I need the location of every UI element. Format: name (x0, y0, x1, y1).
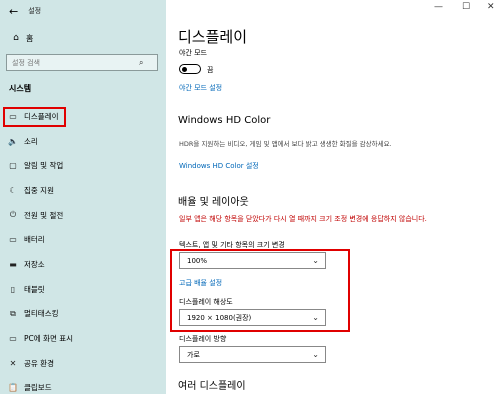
orientation-value: 가로 (187, 350, 200, 359)
highlight-box (170, 249, 350, 332)
sidebar-item-battery[interactable]: ▭ 배터리 (0, 227, 166, 252)
orientation-label: 디스플레이 방향 (179, 335, 227, 343)
speaker-icon: 🔈 (8, 136, 18, 146)
back-arrow-icon[interactable]: ← (9, 6, 18, 17)
hd-color-heading: Windows HD Color (178, 115, 271, 126)
home-nav-item[interactable]: ⌂ 홈 (0, 30, 166, 46)
night-light-state: 끔 (207, 66, 214, 74)
scaling-warning: 일부 앱은 해당 항목을 닫았다가 다시 열 때까지 크기 조정 변경에 응답하… (179, 215, 427, 223)
sidebar-item-label: 클립보드 (24, 383, 52, 393)
sidebar-item-label: 저장소 (24, 259, 45, 269)
sidebar-item-storage[interactable]: ▬ 저장소 (0, 252, 166, 277)
sidebar-item-label: 알림 및 작업 (24, 161, 64, 171)
app-title: 설정 (28, 7, 42, 15)
sidebar-item-power[interactable]: ⏻ 전원 및 절전 (0, 203, 166, 228)
minimize-button[interactable]: — (434, 2, 443, 12)
search-icon[interactable]: ⌕ (139, 58, 143, 68)
sidebar-item-multitasking[interactable]: ⧉ 멀티태스킹 (0, 302, 166, 327)
sidebar-item-display[interactable]: ▭ 디스플레이 (0, 104, 166, 129)
storage-icon: ▬ (9, 259, 17, 269)
chevron-down-icon: ⌄ (312, 350, 319, 359)
home-label: 홈 (26, 33, 34, 43)
moon-icon: ☾ (9, 185, 17, 195)
hd-color-settings-link[interactable]: Windows HD Color 설정 (179, 161, 259, 171)
maximize-button[interactable]: ☐ (462, 2, 470, 12)
section-label: 시스템 (9, 84, 32, 93)
sidebar-item-notifications[interactable]: ▢ 알림 및 작업 (0, 153, 166, 178)
sidebar-item-label: 전원 및 절전 (24, 210, 64, 220)
sidebar-item-label: 배터리 (24, 235, 45, 245)
sidebar-item-label: 멀티태스킹 (24, 309, 59, 319)
close-button[interactable]: ✕ (487, 2, 495, 12)
tablet-icon: ▯ (10, 284, 16, 294)
share-icon: ✕ (9, 358, 17, 368)
power-icon: ⏻ (9, 210, 17, 220)
scale-layout-heading: 배율 및 레이아웃 (178, 197, 249, 208)
sidebar-item-sound[interactable]: 🔈 소리 (0, 129, 166, 154)
sidebar-item-label: 태블릿 (24, 284, 45, 294)
highlight-box (3, 107, 66, 127)
night-light-settings-link[interactable]: 야간 모드 설정 (179, 83, 222, 93)
sidebar-item-focus[interactable]: ☾ 집중 지원 (0, 178, 166, 203)
sidebar-item-shared[interactable]: ✕ 공유 환경 (0, 351, 166, 376)
project-icon: ▭ (9, 334, 17, 344)
page-title: 디스플레이 (178, 28, 248, 46)
sidebar-item-label: 공유 환경 (24, 358, 54, 368)
home-icon: ⌂ (13, 33, 19, 43)
battery-icon: ▭ (9, 235, 17, 245)
sidebar: ← 설정 ⌂ 홈 ⌕ 시스템 ▭ 디스플레이 🔈 소리 ▢ 알림 및 작업 ☾ … (0, 0, 166, 394)
titlebar: ← 설정 (0, 0, 166, 22)
night-light-toggle[interactable] (179, 64, 201, 74)
sidebar-item-label: PC에 화면 표시 (24, 334, 74, 344)
sidebar-item-label: 집중 지원 (24, 185, 54, 195)
hd-color-description: HDR을 지원하는 비디오, 게임 및 앱에서 보다 밝고 생생한 화질을 감상… (179, 140, 392, 148)
multitask-icon: ⧉ (10, 308, 16, 318)
sidebar-item-projecting[interactable]: ▭ PC에 화면 표시 (0, 326, 166, 351)
sidebar-item-tablet[interactable]: ▯ 태블릿 (0, 277, 166, 302)
multiple-displays-heading: 여러 디스플레이 (178, 381, 246, 392)
sidebar-nav: ▭ 디스플레이 🔈 소리 ▢ 알림 및 작업 ☾ 집중 지원 ⏻ 전원 및 절전… (0, 104, 166, 394)
search-input[interactable] (7, 58, 137, 67)
sidebar-item-clipboard[interactable]: 📋 클립보드 (0, 376, 166, 394)
sidebar-item-label: 소리 (24, 136, 38, 146)
night-light-label: 야간 모드 (179, 49, 207, 57)
orientation-dropdown[interactable]: 가로 ⌄ (179, 346, 326, 363)
main-content: — ☐ ✕ 디스플레이 야간 모드 끔 야간 모드 설정 Windows HD … (166, 0, 500, 394)
notification-icon: ▢ (9, 161, 17, 171)
search-box[interactable]: ⌕ (6, 54, 158, 71)
clipboard-icon: 📋 (8, 383, 18, 393)
